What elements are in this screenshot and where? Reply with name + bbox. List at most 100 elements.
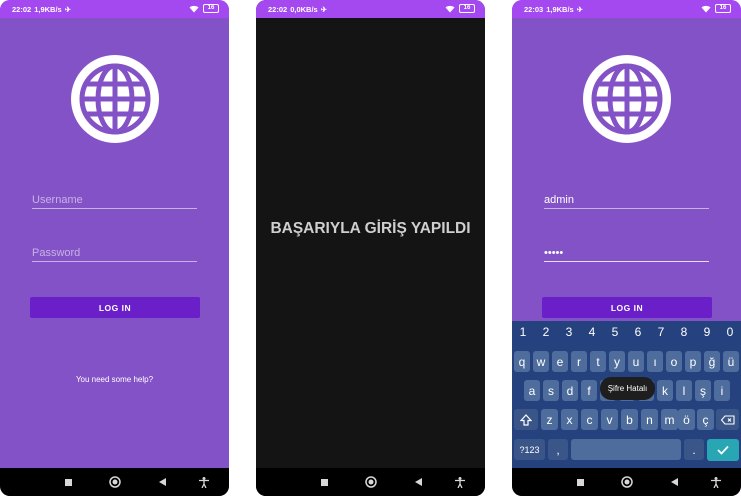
key-q[interactable]: q: [514, 351, 530, 372]
key-s[interactable]: s: [543, 380, 559, 401]
key-o[interactable]: o: [666, 351, 682, 372]
key-7[interactable]: 7: [650, 325, 672, 339]
wifi-icon: [445, 5, 455, 12]
username-field[interactable]: Username: [32, 194, 197, 209]
key-p[interactable]: p: [685, 351, 701, 372]
password-value: •••••: [544, 247, 564, 259]
key-m[interactable]: m: [661, 409, 678, 430]
key-b[interactable]: b: [621, 409, 638, 430]
key-u-umlaut[interactable]: ü: [723, 351, 739, 372]
password-placeholder: Password: [32, 247, 81, 259]
backspace-key[interactable]: [716, 409, 739, 430]
key-0[interactable]: 0: [719, 325, 741, 339]
password-field[interactable]: Password: [32, 247, 197, 262]
key-6[interactable]: 6: [627, 325, 649, 339]
key-n[interactable]: n: [641, 409, 658, 430]
key-y[interactable]: y: [609, 351, 625, 372]
enter-key[interactable]: [707, 439, 739, 461]
key-f[interactable]: f: [581, 380, 597, 401]
login-button[interactable]: LOG IN: [542, 297, 712, 318]
key-r[interactable]: r: [571, 351, 587, 372]
key-9[interactable]: 9: [696, 325, 718, 339]
navigation-bar: [256, 468, 485, 496]
key-8[interactable]: 8: [673, 325, 695, 339]
help-link[interactable]: You need some help?: [0, 375, 229, 384]
symbols-key[interactable]: ?123: [514, 439, 545, 460]
telegram-icon: ✈: [576, 5, 583, 14]
status-time: 22:02: [268, 5, 288, 14]
key-t[interactable]: t: [590, 351, 606, 372]
password-field[interactable]: •••••: [544, 247, 709, 262]
username-placeholder: Username: [32, 194, 83, 206]
key-c-cedilla[interactable]: ç: [697, 409, 714, 430]
key-v[interactable]: v: [601, 409, 618, 430]
login-button[interactable]: LOG IN: [30, 297, 200, 318]
status-time: 22:02: [12, 5, 32, 14]
status-speed: 1,9KB/s: [34, 5, 62, 14]
key-a[interactable]: a: [524, 380, 540, 401]
username-field[interactable]: admin: [544, 194, 709, 209]
key-3[interactable]: 3: [558, 325, 580, 339]
accessibility-icon[interactable]: [450, 468, 470, 496]
key-d[interactable]: d: [562, 380, 578, 401]
key-c[interactable]: c: [581, 409, 598, 430]
key-k[interactable]: k: [657, 380, 673, 401]
key-x[interactable]: x: [561, 409, 578, 430]
key-u[interactable]: u: [628, 351, 644, 372]
key-2[interactable]: 2: [535, 325, 557, 339]
status-speed: 0,0KB/s: [290, 5, 318, 14]
key-z[interactable]: z: [541, 409, 558, 430]
shift-key[interactable]: [514, 409, 538, 430]
battery-icon: 16: [715, 4, 731, 13]
key-dotless-i[interactable]: ı: [647, 351, 663, 372]
key-5[interactable]: 5: [604, 325, 626, 339]
period-key[interactable]: .: [684, 439, 704, 460]
space-key[interactable]: [571, 439, 681, 460]
comma-key[interactable]: ,: [548, 439, 568, 460]
shift-icon: [520, 413, 532, 426]
nav-back-icon[interactable]: [152, 468, 172, 496]
globe-icon: [71, 55, 159, 143]
accessibility-icon[interactable]: [706, 468, 726, 496]
status-bar: 22:03 1,9KB/s ✈ 16: [512, 0, 741, 18]
success-message: BAŞARIYLA GİRİŞ YAPILDI: [270, 220, 471, 237]
key-g-breve[interactable]: ğ: [704, 351, 720, 372]
key-w[interactable]: w: [533, 351, 549, 372]
username-value: admin: [544, 194, 574, 206]
nav-recents-icon[interactable]: [314, 468, 334, 496]
nav-recents-icon[interactable]: [570, 468, 590, 496]
key-4[interactable]: 4: [581, 325, 603, 339]
telegram-icon: ✈: [64, 5, 71, 14]
check-icon: [717, 445, 729, 455]
nav-home-icon[interactable]: [361, 468, 381, 496]
key-1[interactable]: 1: [512, 325, 534, 339]
number-row: 1 2 3 4 5 6 7 8 9 0: [512, 325, 741, 345]
navigation-bar: [512, 468, 741, 496]
error-toast: Şifre Hatalı: [600, 377, 655, 400]
nav-back-icon[interactable]: [664, 468, 684, 496]
navigation-bar: [0, 468, 229, 496]
key-s-cedilla[interactable]: ş: [695, 380, 711, 401]
accessibility-icon[interactable]: [194, 468, 214, 496]
login-screen-2: 22:03 1,9KB/s ✈ 16 admin ••••• LOG IN 1 2 …: [512, 0, 741, 496]
backspace-icon: [720, 414, 735, 425]
key-e[interactable]: e: [552, 351, 568, 372]
login-screen-1: 22:02 1,9KB/s ✈ 16 Username Password LOG I…: [0, 0, 229, 496]
nav-recents-icon[interactable]: [58, 468, 78, 496]
nav-home-icon[interactable]: [617, 468, 637, 496]
key-l[interactable]: l: [676, 380, 692, 401]
wifi-icon: [189, 5, 199, 12]
nav-back-icon[interactable]: [408, 468, 428, 496]
battery-icon: 16: [203, 4, 219, 13]
nav-home-icon[interactable]: [105, 468, 125, 496]
key-o-umlaut[interactable]: ö: [678, 409, 695, 430]
battery-icon: 16: [459, 4, 475, 13]
status-speed: 1,9KB/s: [546, 5, 574, 14]
status-bar: 22:02 0,0KB/s ✈ 16: [256, 0, 485, 18]
telegram-icon: ✈: [320, 5, 327, 14]
key-i[interactable]: i: [714, 380, 730, 401]
status-time: 22:03: [524, 5, 544, 14]
status-bar: 22:02 1,9KB/s ✈ 16: [0, 0, 229, 18]
wifi-icon: [701, 5, 711, 12]
success-screen: 22:02 0,0KB/s ✈ 16 BAŞARIYLA GİRİŞ YAPILDI: [256, 0, 485, 496]
